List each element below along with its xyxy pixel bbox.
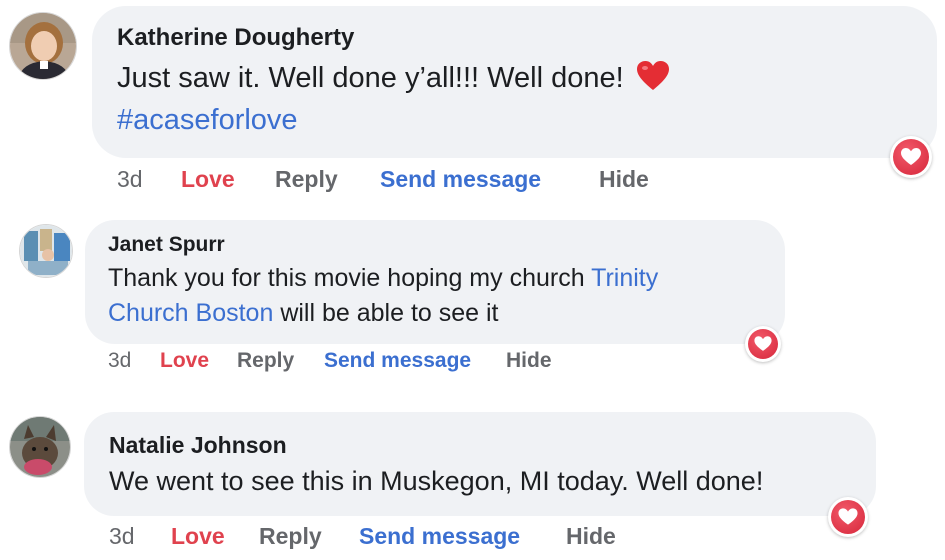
love-reaction-icon[interactable] bbox=[828, 497, 868, 537]
avatar[interactable] bbox=[9, 416, 71, 478]
reply-button[interactable]: Reply bbox=[259, 523, 322, 550]
timestamp[interactable]: 3d bbox=[109, 523, 135, 550]
comment-natalie: Natalie Johnson We went to see this in M… bbox=[0, 0, 945, 560]
comment-author[interactable]: Natalie Johnson bbox=[109, 432, 287, 459]
love-button[interactable]: Love bbox=[171, 523, 225, 550]
comment-bubble bbox=[84, 412, 876, 516]
hide-button[interactable]: Hide bbox=[566, 523, 616, 550]
send-message-button[interactable]: Send message bbox=[359, 523, 520, 550]
comment-text: We went to see this in Muskegon, MI toda… bbox=[109, 466, 764, 496]
